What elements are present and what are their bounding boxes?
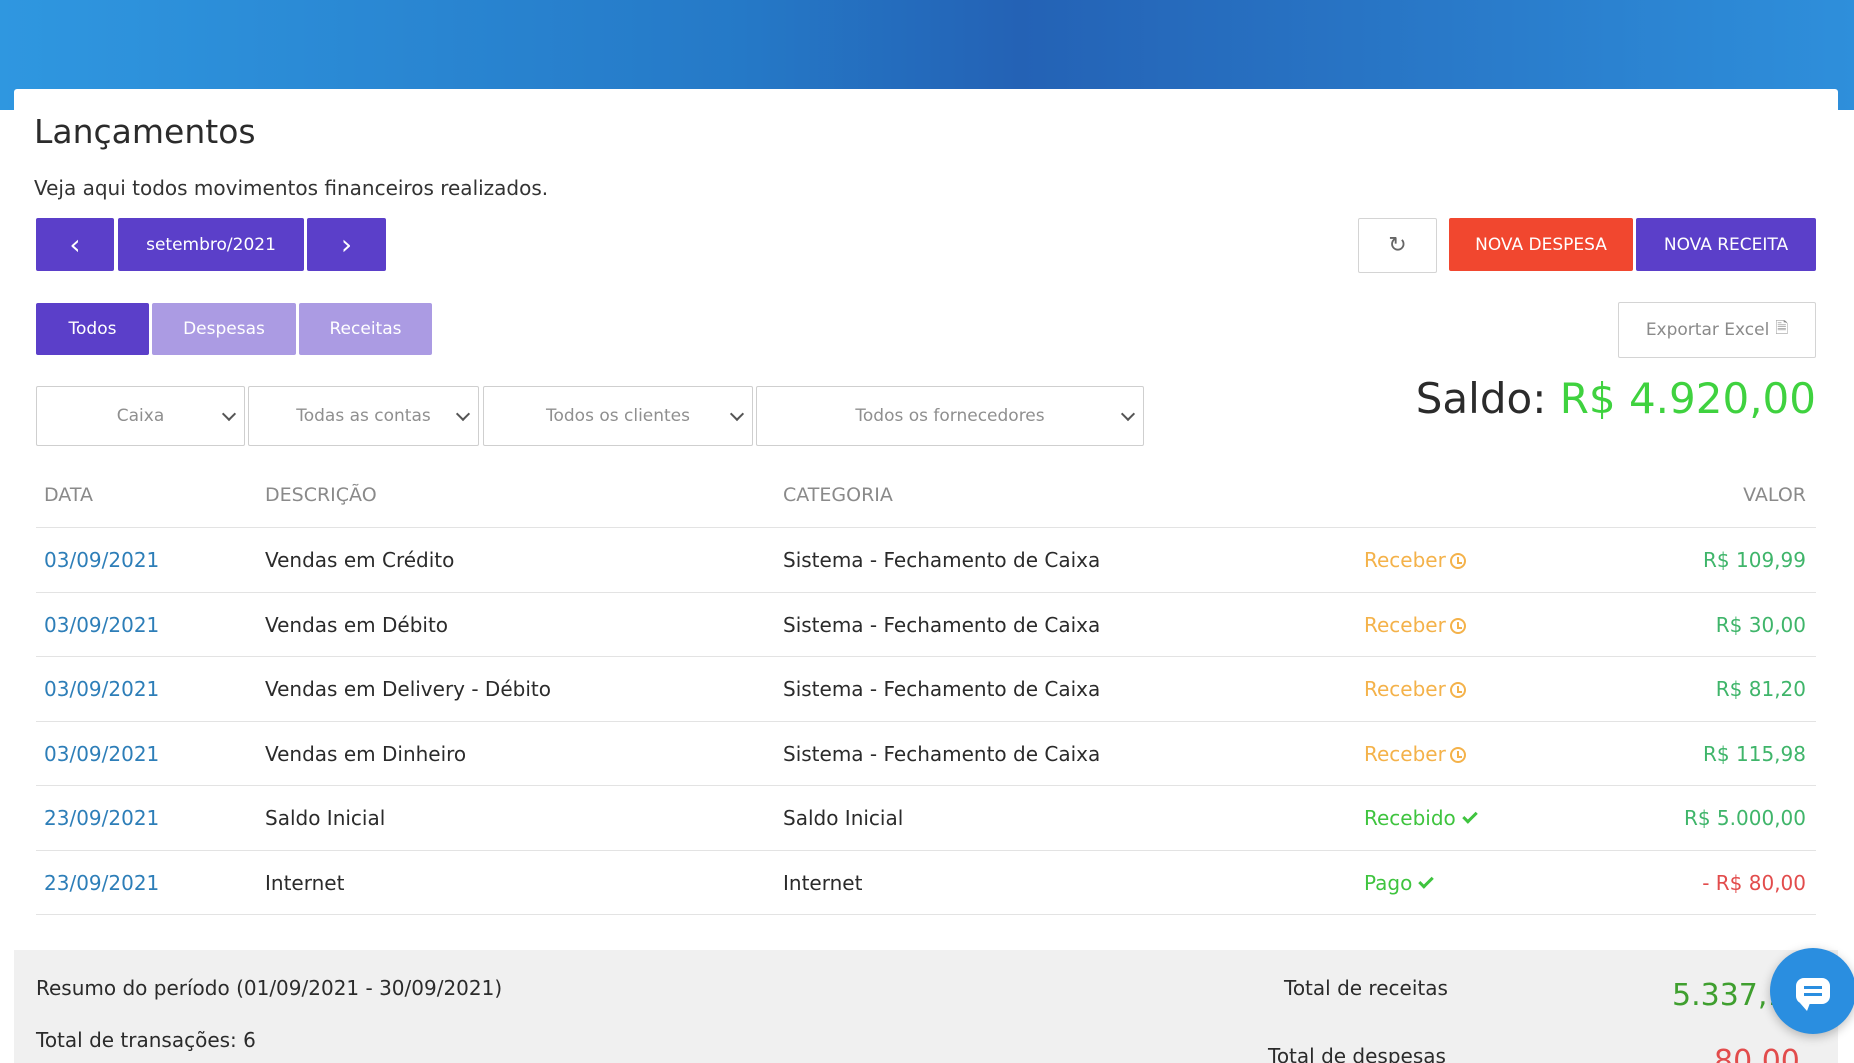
export-excel-button[interactable]: Exportar Excel 🗎 bbox=[1618, 302, 1816, 358]
next-month-button[interactable]: › bbox=[307, 218, 386, 271]
total-despesas-label: Total de despesas bbox=[1268, 1044, 1446, 1063]
row-description: Internet bbox=[265, 870, 345, 895]
page-subtitle: Veja aqui todos movimentos financeiros r… bbox=[34, 176, 549, 200]
row-date[interactable]: 03/09/2021 bbox=[44, 677, 159, 701]
row-value: R$ 5.000,00 bbox=[1683, 806, 1806, 830]
table-row[interactable]: 03/09/2021 Vendas em Dinheiro Sistema - … bbox=[36, 722, 1816, 786]
contas-select[interactable]: Todas as contas bbox=[248, 386, 479, 446]
fornecedores-select-value: Todos os fornecedores bbox=[855, 406, 1045, 426]
row-date[interactable]: 23/09/2021 bbox=[44, 806, 159, 830]
row-value: R$ 81,20 bbox=[1715, 677, 1806, 701]
excel-file-icon: 🗎 bbox=[1775, 317, 1789, 337]
row-status[interactable]: Receber bbox=[1364, 548, 1466, 572]
clock-icon bbox=[1449, 682, 1466, 698]
table-row[interactable]: 03/09/2021 Vendas em Débito Sistema - Fe… bbox=[36, 593, 1816, 657]
export-excel-label: Exportar Excel bbox=[1645, 320, 1770, 340]
row-category: Sistema - Fechamento de Caixa bbox=[783, 612, 1101, 637]
row-status-label: Pago bbox=[1364, 870, 1413, 895]
period-summary: Resumo do período (01/09/2021 - 30/09/20… bbox=[14, 950, 1838, 1063]
row-description: Vendas em Delivery - Débito bbox=[265, 677, 551, 701]
row-category: Saldo Inicial bbox=[783, 806, 904, 830]
clock-icon bbox=[1449, 617, 1466, 634]
chat-icon bbox=[1796, 978, 1830, 1011]
row-category: Sistema - Fechamento de Caixa bbox=[783, 548, 1101, 572]
row-status[interactable]: Pago bbox=[1364, 870, 1435, 895]
clientes-select[interactable]: Todos os clientes bbox=[483, 386, 753, 446]
row-description: Saldo Inicial bbox=[265, 806, 386, 830]
row-status[interactable]: Receber bbox=[1364, 613, 1466, 637]
header-categoria: CATEGORIA bbox=[783, 484, 893, 506]
chevron-down-icon bbox=[729, 406, 745, 422]
row-description: Vendas em Crédito bbox=[265, 548, 455, 572]
refresh-button[interactable]: ↻ bbox=[1358, 218, 1437, 273]
row-value: R$ 115,98 bbox=[1703, 741, 1806, 766]
table-header: DATA DESCRIÇÃO CATEGORIA VALOR bbox=[36, 470, 1816, 528]
row-date[interactable]: 03/09/2021 bbox=[44, 742, 159, 766]
row-value: - R$ 80,00 bbox=[1702, 870, 1806, 895]
row-status-label: Receber bbox=[1364, 612, 1446, 637]
refresh-icon: ↻ bbox=[1388, 233, 1407, 258]
clientes-select-value: Todos os clientes bbox=[545, 406, 691, 426]
row-date[interactable]: 03/09/2021 bbox=[44, 613, 159, 637]
row-status[interactable]: Receber bbox=[1364, 742, 1466, 766]
row-category: Internet bbox=[783, 870, 863, 895]
row-category: Sistema - Fechamento de Caixa bbox=[783, 741, 1101, 766]
total-receitas-label: Total de receitas bbox=[1284, 976, 1448, 1000]
header-descricao: DESCRIÇÃO bbox=[265, 484, 377, 506]
row-status[interactable]: Recebido bbox=[1364, 806, 1478, 830]
clock-icon bbox=[1449, 553, 1466, 569]
prev-month-button[interactable]: ‹ bbox=[36, 218, 114, 271]
row-status-label: Receber bbox=[1364, 741, 1446, 766]
saldo-amount: R$ 4.920,00 bbox=[1559, 374, 1816, 423]
row-description: Vendas em Débito bbox=[265, 612, 449, 637]
chevron-down-icon bbox=[455, 406, 471, 422]
nova-receita-button[interactable]: NOVA RECEITA bbox=[1636, 218, 1816, 271]
row-category: Sistema - Fechamento de Caixa bbox=[783, 677, 1101, 701]
tab-todos[interactable]: Todos bbox=[36, 303, 149, 355]
header-valor: VALOR bbox=[1743, 484, 1806, 506]
current-month-button[interactable]: setembro/2021 bbox=[118, 218, 304, 271]
row-date[interactable]: 03/09/2021 bbox=[44, 548, 159, 572]
summary-period: Resumo do período (01/09/2021 - 30/09/20… bbox=[36, 976, 503, 1000]
table-row[interactable]: 03/09/2021 Vendas em Crédito Sistema - F… bbox=[36, 528, 1816, 593]
chevron-down-icon bbox=[1120, 406, 1136, 422]
contas-select-value: Todas as contas bbox=[296, 406, 431, 426]
table-row[interactable]: 03/09/2021 Vendas em Delivery - Débito S… bbox=[36, 657, 1816, 722]
fornecedores-select[interactable]: Todos os fornecedores bbox=[756, 386, 1144, 446]
chevron-down-icon bbox=[221, 406, 237, 422]
row-description: Vendas em Dinheiro bbox=[265, 741, 467, 766]
nova-despesa-button[interactable]: NOVA DESPESA bbox=[1449, 218, 1633, 271]
chevron-left-icon: ‹ bbox=[69, 228, 81, 261]
clock-icon bbox=[1449, 746, 1466, 763]
header-data: DATA bbox=[44, 484, 93, 506]
chevron-right-icon: › bbox=[340, 228, 353, 261]
saldo-label: Saldo: bbox=[1415, 374, 1547, 423]
check-icon bbox=[1462, 808, 1478, 824]
row-status-label: Receber bbox=[1364, 548, 1446, 572]
caixa-select[interactable]: Caixa bbox=[36, 386, 245, 446]
page-title: Lançamentos bbox=[34, 112, 256, 151]
row-status-label: Recebido bbox=[1364, 806, 1456, 830]
row-status[interactable]: Receber bbox=[1364, 677, 1466, 701]
caixa-select-value: Caixa bbox=[116, 406, 165, 426]
table-row[interactable]: 23/09/2021 Internet Internet Pago - R$ 8… bbox=[36, 851, 1816, 915]
check-icon bbox=[1418, 872, 1435, 889]
row-status-label: Receber bbox=[1364, 677, 1446, 701]
table-row[interactable]: 23/09/2021 Saldo Inicial Saldo Inicial R… bbox=[36, 786, 1816, 851]
row-value: R$ 109,99 bbox=[1703, 548, 1806, 572]
tab-despesas[interactable]: Despesas bbox=[152, 303, 296, 355]
chat-button[interactable] bbox=[1770, 948, 1854, 1034]
saldo-display: Saldo: R$ 4.920,00 bbox=[1416, 374, 1816, 423]
tab-receitas[interactable]: Receitas bbox=[299, 303, 432, 355]
transactions-table: DATA DESCRIÇÃO CATEGORIA VALOR 03/09/202… bbox=[36, 470, 1816, 915]
total-despesas-value: 80,00 bbox=[1714, 1044, 1800, 1063]
summary-transactions: Total de transações: 6 bbox=[36, 1028, 256, 1052]
row-value: R$ 30,00 bbox=[1715, 612, 1806, 637]
row-date[interactable]: 23/09/2021 bbox=[44, 871, 159, 895]
